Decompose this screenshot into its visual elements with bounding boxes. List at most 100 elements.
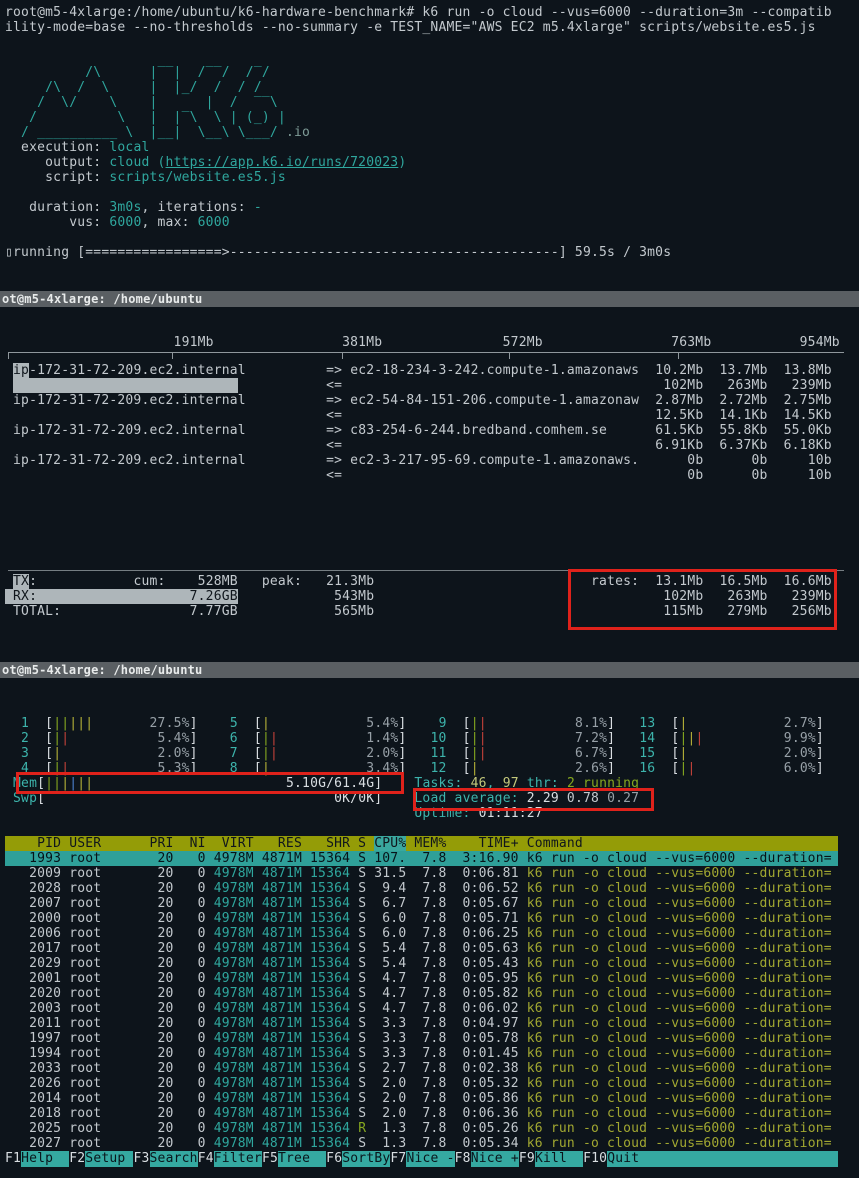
fkey-F8[interactable]: F8 xyxy=(455,1151,471,1167)
text xyxy=(615,746,639,761)
k6-ascii-logo: /\ |‾‾| /‾‾/ /‾/ xyxy=(5,65,270,80)
text: 6.7 7.8 0:05.67 xyxy=(374,896,527,911)
direction-arrow: <= xyxy=(326,408,350,423)
process-row[interactable]: 2006 root 20 0 4978M 4871M 15364 S 6.0 7… xyxy=(5,926,859,941)
state-running: R xyxy=(358,1121,374,1136)
process-row[interactable]: 1997 root 20 0 4978M 4871M 15364 S 3.3 7… xyxy=(5,1031,859,1046)
fkey-label-setup[interactable]: Setup xyxy=(85,1151,133,1167)
text: 4978M 4871M 15364 xyxy=(214,1076,358,1091)
text: 4978M 4871M 15364 xyxy=(214,1061,358,1076)
text: [ xyxy=(655,716,679,731)
remote-host: ec2-18-234-3-242.compute-1.amazonaws xyxy=(350,363,639,378)
process-row[interactable]: 2029 root 20 0 4978M 4871M 15364 S 5.4 7… xyxy=(5,956,859,971)
window-titlebar-htop[interactable]: ot@m5-4xlarge: /home/ubuntu xyxy=(0,662,859,678)
text: [ xyxy=(29,731,53,746)
text: | xyxy=(479,731,487,746)
terminal-line: 3 [| 2.0%] 7 [|| 2.0%] 11 [|| 6.7%] 15 [… xyxy=(5,746,859,761)
fkey-label-sortby[interactable]: SortBy xyxy=(342,1151,390,1167)
text: [ xyxy=(447,761,471,776)
text: : xyxy=(29,574,133,589)
text: 2007 root 20 0 xyxy=(5,896,214,911)
text: [ xyxy=(447,731,471,746)
local-host: ip-172-31-72-209.ec2.internal xyxy=(5,393,326,408)
fkey-label-nice-[interactable]: Nice + xyxy=(471,1151,519,1167)
sort-column-cpu[interactable]: CPU% xyxy=(374,836,406,851)
process-row[interactable]: 2014 root 20 0 4978M 4871M 15364 S 2.0 7… xyxy=(5,1091,859,1106)
annotation-memory-box xyxy=(16,772,404,794)
text xyxy=(5,468,326,483)
direction-arrow: => xyxy=(326,393,350,408)
fkey-F10[interactable]: F10 xyxy=(583,1151,607,1167)
tx-rate-bar: ip xyxy=(13,363,29,378)
fkey-F4[interactable]: F4 xyxy=(198,1151,214,1167)
window-titlebar-iftop[interactable]: ot@m5-4xlarge: /home/ubuntu xyxy=(0,291,859,307)
text: 2027 root 20 0 xyxy=(5,1136,214,1151)
k6-ascii-logo: /\ / \ | |_/ / / / xyxy=(5,80,262,95)
process-row[interactable]: 2009 root 20 0 4978M 4871M 15364 S 31.5 … xyxy=(5,866,859,881)
process-row[interactable]: 2033 root 20 0 4978M 4871M 15364 S 2.7 7… xyxy=(5,1061,859,1076)
fkey-F2[interactable]: F2 xyxy=(69,1151,85,1167)
text: ) xyxy=(398,155,406,170)
process-table-header[interactable]: PID USER PRI NI VIRT RES SHR S CPU% MEM%… xyxy=(5,836,838,851)
fkey-label-search[interactable]: Search xyxy=(150,1151,198,1167)
text: S xyxy=(358,896,374,911)
process-row[interactable]: 2020 root 20 0 4978M 4871M 15364 S 4.7 7… xyxy=(5,986,859,1001)
process-row[interactable]: 2011 root 20 0 4978M 4871M 15364 S 3.3 7… xyxy=(5,1016,859,1031)
fkey-F1[interactable]: F1 xyxy=(5,1151,21,1167)
cpu12-pct: 2.6% xyxy=(479,761,607,776)
text: 4978M 4871M 15364 xyxy=(214,1016,358,1031)
fkey-label-filter[interactable]: Filter xyxy=(214,1151,262,1167)
text: | xyxy=(479,716,487,731)
scale-tick xyxy=(342,352,343,359)
process-row[interactable]: 2000 root 20 0 4978M 4871M 15364 S 6.0 7… xyxy=(5,911,859,926)
text: 5.4 7.8 0:05.63 xyxy=(374,941,527,956)
process-row[interactable]: 2018 root 20 0 4978M 4871M 15364 S 2.0 7… xyxy=(5,1106,859,1121)
process-row[interactable]: 2025 root 20 0 4978M 4871M 15364 R 1.3 7… xyxy=(5,1121,859,1136)
fkey-F9[interactable]: F9 xyxy=(519,1151,535,1167)
text: 4978M 4871M 15364 xyxy=(214,986,358,1001)
text: | xyxy=(696,731,704,746)
process-row[interactable]: 2026 root 20 0 4978M 4871M 15364 S 2.0 7… xyxy=(5,1076,859,1091)
text xyxy=(615,761,639,776)
process-row[interactable]: 2017 root 20 0 4978M 4871M 15364 S 5.4 7… xyxy=(5,941,859,956)
fkey-F5[interactable]: F5 xyxy=(262,1151,278,1167)
htop-function-key-bar: F1Help F2Setup F3SearchF4FilterF5Tree F6… xyxy=(5,1151,838,1167)
process-row[interactable]: 2027 root 20 0 4978M 4871M 15364 S 1.3 7… xyxy=(5,1136,859,1151)
text: 2018 root 20 0 xyxy=(5,1106,214,1121)
process-command: k6 run -o cloud --vus=6000 --duration= xyxy=(527,1016,832,1031)
text: 3.3 7.8 0:05.78 xyxy=(374,1031,527,1046)
fkey-F6[interactable]: F6 xyxy=(326,1151,342,1167)
fkey-label-quit[interactable]: Quit xyxy=(607,1151,838,1167)
fkey-label-nice-[interactable]: Nice - xyxy=(406,1151,454,1167)
cpu7-pct: 2.0% xyxy=(278,746,398,761)
terminal-line: ility-mode=base --no-thresholds --no-sum… xyxy=(5,20,859,35)
text: 2.0 7.8 0:05.32 xyxy=(374,1076,527,1091)
annotation-load-average-box xyxy=(413,788,654,811)
text: 6.0 7.8 0:06.25 xyxy=(374,926,527,941)
fkey-F7[interactable]: F7 xyxy=(390,1151,406,1167)
fkey-label-kill[interactable]: Kill xyxy=(535,1151,583,1167)
rx-rates: 6.91Kb 6.37Kb 6.18Kb xyxy=(639,438,832,453)
script-value: scripts/website.es5.js xyxy=(109,170,286,185)
k6-run-url[interactable]: https://app.k6.io/runs/720023 xyxy=(166,155,399,170)
process-row[interactable]: 2001 root 20 0 4978M 4871M 15364 S 4.7 7… xyxy=(5,971,859,986)
process-row[interactable]: 1994 root 20 0 4978M 4871M 15364 S 3.3 7… xyxy=(5,1046,859,1061)
cpu-label: 16 xyxy=(639,761,655,776)
text xyxy=(5,806,414,821)
text xyxy=(198,746,222,761)
process-row[interactable]: 2007 root 20 0 4978M 4871M 15364 S 6.7 7… xyxy=(5,896,859,911)
text: [ xyxy=(655,761,679,776)
process-row[interactable]: 2028 root 20 0 4978M 4871M 15364 S 9.4 7… xyxy=(5,881,859,896)
cpu-label: 2 xyxy=(13,731,29,746)
process-row-selected[interactable]: 1993 root 20 0 4978M 4871M 15364 S 107. … xyxy=(5,851,838,866)
process-row[interactable]: 2003 root 20 0 4978M 4871M 15364 S 4.7 7… xyxy=(5,1001,859,1016)
text: [ xyxy=(447,746,471,761)
fkey-F3[interactable]: F3 xyxy=(133,1151,149,1167)
fkey-label-help[interactable]: Help xyxy=(21,1151,69,1167)
text: S xyxy=(358,1136,374,1151)
text: 4978M 4871M 15364 xyxy=(214,971,358,986)
text xyxy=(350,468,639,483)
fkey-label-tree[interactable]: Tree xyxy=(278,1151,326,1167)
terminal-line: root@m5-4xlarge:/home/ubuntu/k6-hardware… xyxy=(5,5,859,20)
tx-rates: 0b 0b 10b xyxy=(639,453,832,468)
